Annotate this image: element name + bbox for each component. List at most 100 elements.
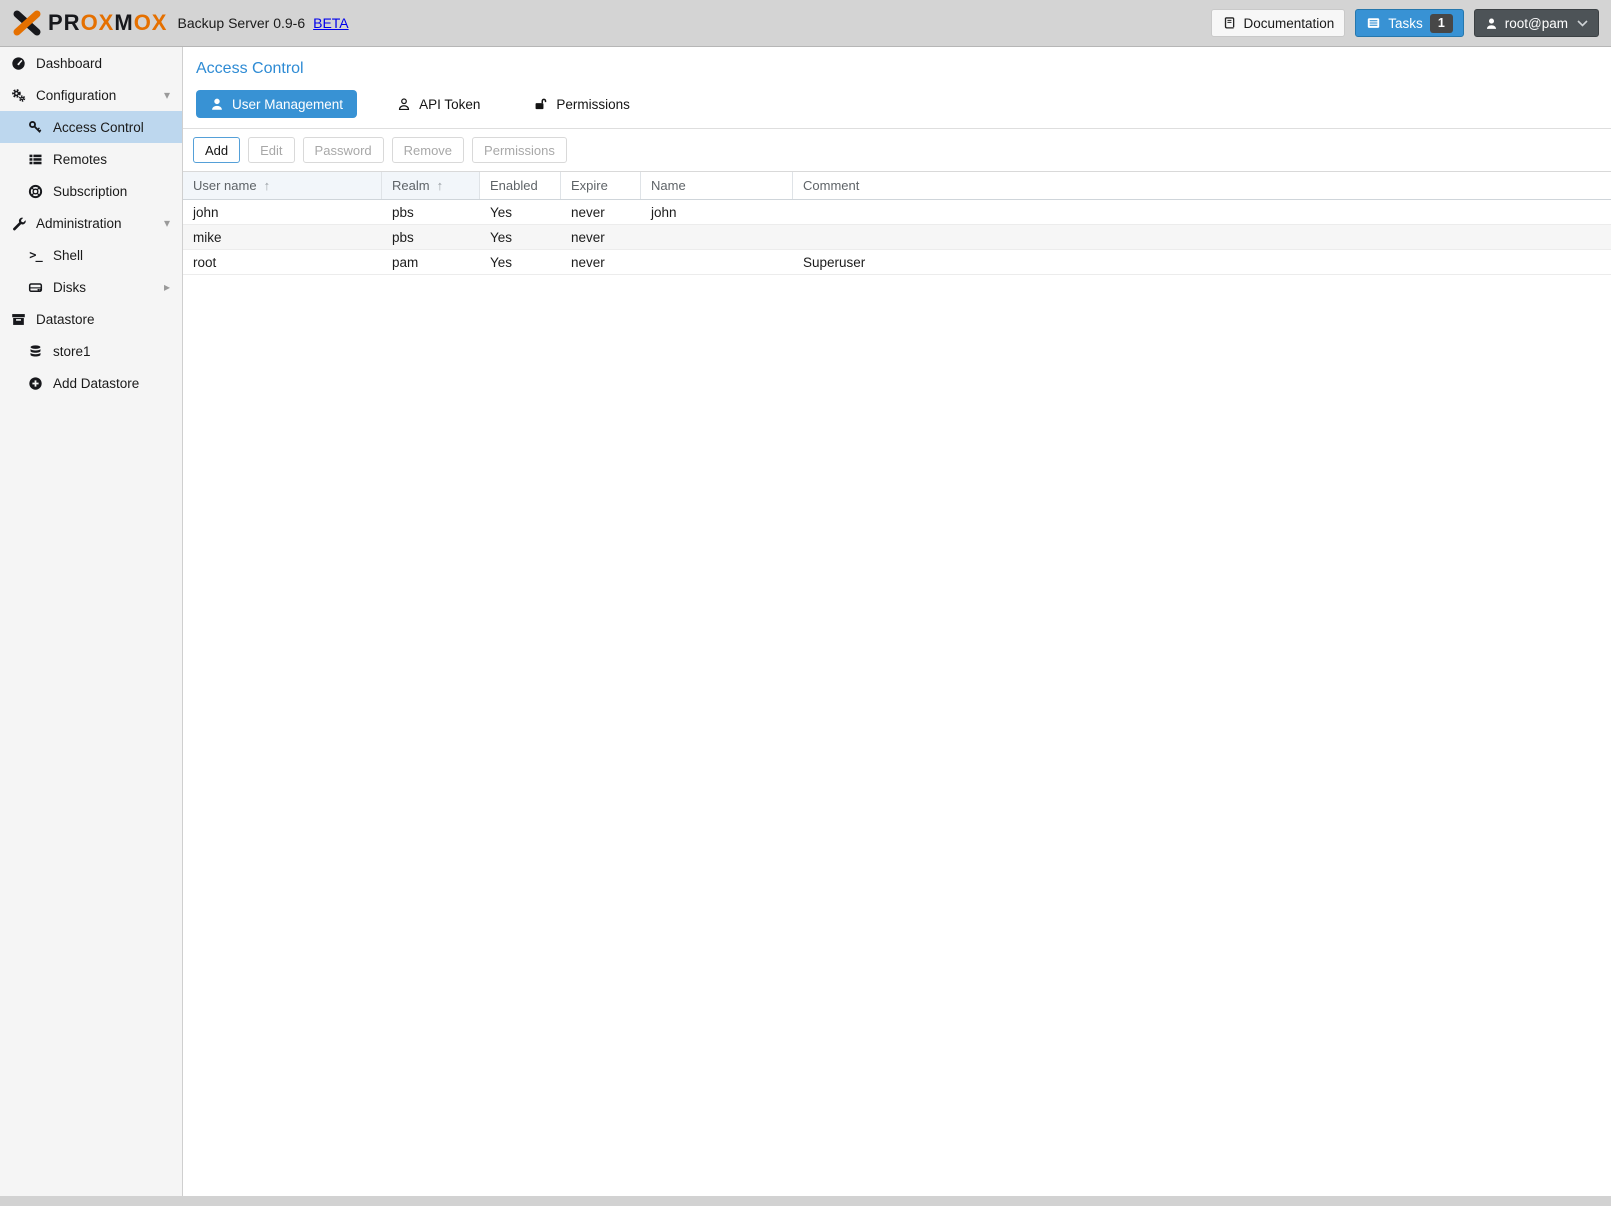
- sort-ascending-icon: ↑: [437, 178, 444, 193]
- cell-comment[interactable]: [793, 225, 1611, 249]
- cell-expire[interactable]: never: [561, 200, 641, 224]
- dashboard-icon: [10, 56, 27, 71]
- cell-realm[interactable]: pbs: [382, 200, 480, 224]
- sidebar-item-shell[interactable]: >_ Shell: [0, 239, 182, 271]
- beta-link[interactable]: BETA: [313, 15, 349, 31]
- column-header-name[interactable]: Name: [641, 172, 793, 199]
- sidebar-item-disks[interactable]: Disks ▸: [0, 271, 182, 303]
- page-title: Access Control: [183, 47, 1611, 84]
- sort-ascending-icon: ↑: [264, 178, 271, 193]
- top-header-bar: PROXMOX Backup Server 0.9-6 BETA Documen…: [0, 0, 1611, 47]
- cell-name[interactable]: [641, 225, 793, 249]
- logo-wordmark: PROXMOX: [48, 10, 167, 36]
- cell-comment[interactable]: [793, 200, 1611, 224]
- column-header-user-name[interactable]: User name↑: [183, 172, 382, 199]
- sidebar-item-datastore[interactable]: Datastore: [0, 303, 182, 335]
- sidebar-item-label: Remotes: [53, 152, 107, 167]
- edit-button[interactable]: Edit: [248, 137, 294, 163]
- users-table: User name↑ Realm↑ Enabled Expire Name Co…: [183, 172, 1611, 275]
- product-version-text: Backup Server 0.9-6: [177, 15, 305, 31]
- task-list-icon: [1366, 16, 1381, 30]
- cell-user-name[interactable]: mike: [183, 225, 382, 249]
- documentation-label: Documentation: [1243, 16, 1334, 31]
- sidebar-item-label: Dashboard: [36, 56, 102, 71]
- table-row-root[interactable]: root pam Yes never Superuser: [183, 250, 1611, 275]
- column-header-realm[interactable]: Realm↑: [382, 172, 480, 199]
- tasks-button[interactable]: Tasks 1: [1355, 9, 1463, 37]
- sidebar-item-subscription[interactable]: Subscription: [0, 175, 182, 207]
- cell-user-name[interactable]: john: [183, 200, 382, 224]
- column-header-expire[interactable]: Expire: [561, 172, 641, 199]
- list-icon: [27, 152, 44, 167]
- caret-right-icon: ▸: [164, 280, 170, 294]
- password-button[interactable]: Password: [303, 137, 384, 163]
- cell-enabled[interactable]: Yes: [480, 200, 561, 224]
- documentation-button[interactable]: Documentation: [1211, 9, 1345, 37]
- column-header-enabled[interactable]: Enabled: [480, 172, 561, 199]
- cell-name[interactable]: [641, 250, 793, 274]
- archive-icon: [10, 312, 27, 327]
- sidebar-item-label: store1: [53, 344, 91, 359]
- proxmox-logo: PROXMOX: [12, 10, 167, 36]
- tab-label: Permissions: [556, 97, 630, 112]
- chevron-down-icon: [1577, 20, 1588, 27]
- caret-down-icon: ▾: [164, 88, 170, 102]
- table-row-mike[interactable]: mike pbs Yes never: [183, 225, 1611, 250]
- sidebar-item-administration[interactable]: Administration ▾: [0, 207, 182, 239]
- grid-toolbar: Add Edit Password Remove Permissions: [183, 129, 1611, 172]
- plus-circle-icon: [27, 376, 44, 391]
- cell-realm[interactable]: pam: [382, 250, 480, 274]
- tasks-count-badge: 1: [1430, 14, 1453, 33]
- column-header-comment[interactable]: Comment: [793, 172, 1611, 199]
- sidebar-item-add-datastore[interactable]: Add Datastore: [0, 367, 182, 399]
- key-icon: [27, 120, 44, 135]
- tab-bar: User Management API Token Permissions: [183, 84, 1611, 129]
- cell-expire[interactable]: never: [561, 225, 641, 249]
- cell-user-name[interactable]: root: [183, 250, 382, 274]
- sidebar-item-label: Administration: [36, 216, 122, 231]
- terminal-icon: >_: [27, 248, 44, 262]
- cell-expire[interactable]: never: [561, 250, 641, 274]
- sidebar-item-label: Access Control: [53, 120, 144, 135]
- sidebar-item-dashboard[interactable]: Dashboard: [0, 47, 182, 79]
- sidebar-item-access-control[interactable]: Access Control: [0, 111, 182, 143]
- remove-button[interactable]: Remove: [392, 137, 464, 163]
- sidebar-item-configuration[interactable]: Configuration ▾: [0, 79, 182, 111]
- gears-icon: [10, 88, 27, 103]
- user-outline-icon: [397, 97, 411, 111]
- cell-enabled[interactable]: Yes: [480, 250, 561, 274]
- main-panel: Access Control User Management API Token: [183, 47, 1611, 1196]
- caret-down-icon: ▾: [164, 216, 170, 230]
- table-header-row: User name↑ Realm↑ Enabled Expire Name Co…: [183, 172, 1611, 200]
- sidebar-item-store1[interactable]: store1: [0, 335, 182, 367]
- cell-comment[interactable]: Superuser: [793, 250, 1611, 274]
- tab-label: User Management: [232, 97, 343, 112]
- tab-user-management[interactable]: User Management: [196, 90, 357, 118]
- cell-name[interactable]: john: [641, 200, 793, 224]
- user-menu-button[interactable]: root@pam: [1474, 9, 1599, 37]
- book-icon: [1222, 16, 1236, 30]
- tab-permissions[interactable]: Permissions: [520, 90, 644, 118]
- table-row-john[interactable]: john pbs Yes never john: [183, 200, 1611, 225]
- sidebar-item-label: Configuration: [36, 88, 116, 103]
- add-button[interactable]: Add: [193, 137, 240, 163]
- sidebar-nav: Dashboard Configuration ▾ Access Control…: [0, 47, 183, 1196]
- sidebar-item-remotes[interactable]: Remotes: [0, 143, 182, 175]
- cell-realm[interactable]: pbs: [382, 225, 480, 249]
- sidebar-item-label: Shell: [53, 248, 83, 263]
- sidebar-item-label: Datastore: [36, 312, 95, 327]
- permissions-button[interactable]: Permissions: [472, 137, 567, 163]
- user-icon: [210, 97, 224, 111]
- tab-api-token[interactable]: API Token: [383, 90, 494, 118]
- tasks-label: Tasks: [1388, 16, 1423, 31]
- database-icon: [27, 344, 44, 359]
- cell-enabled[interactable]: Yes: [480, 225, 561, 249]
- sidebar-item-label: Add Datastore: [53, 376, 139, 391]
- life-ring-icon: [27, 184, 44, 199]
- wrench-icon: [10, 216, 27, 231]
- sidebar-item-label: Disks: [53, 280, 86, 295]
- user-menu-label: root@pam: [1505, 16, 1568, 31]
- proxmox-x-logo-icon: [12, 10, 42, 36]
- hdd-icon: [27, 280, 44, 295]
- sidebar-item-label: Subscription: [53, 184, 127, 199]
